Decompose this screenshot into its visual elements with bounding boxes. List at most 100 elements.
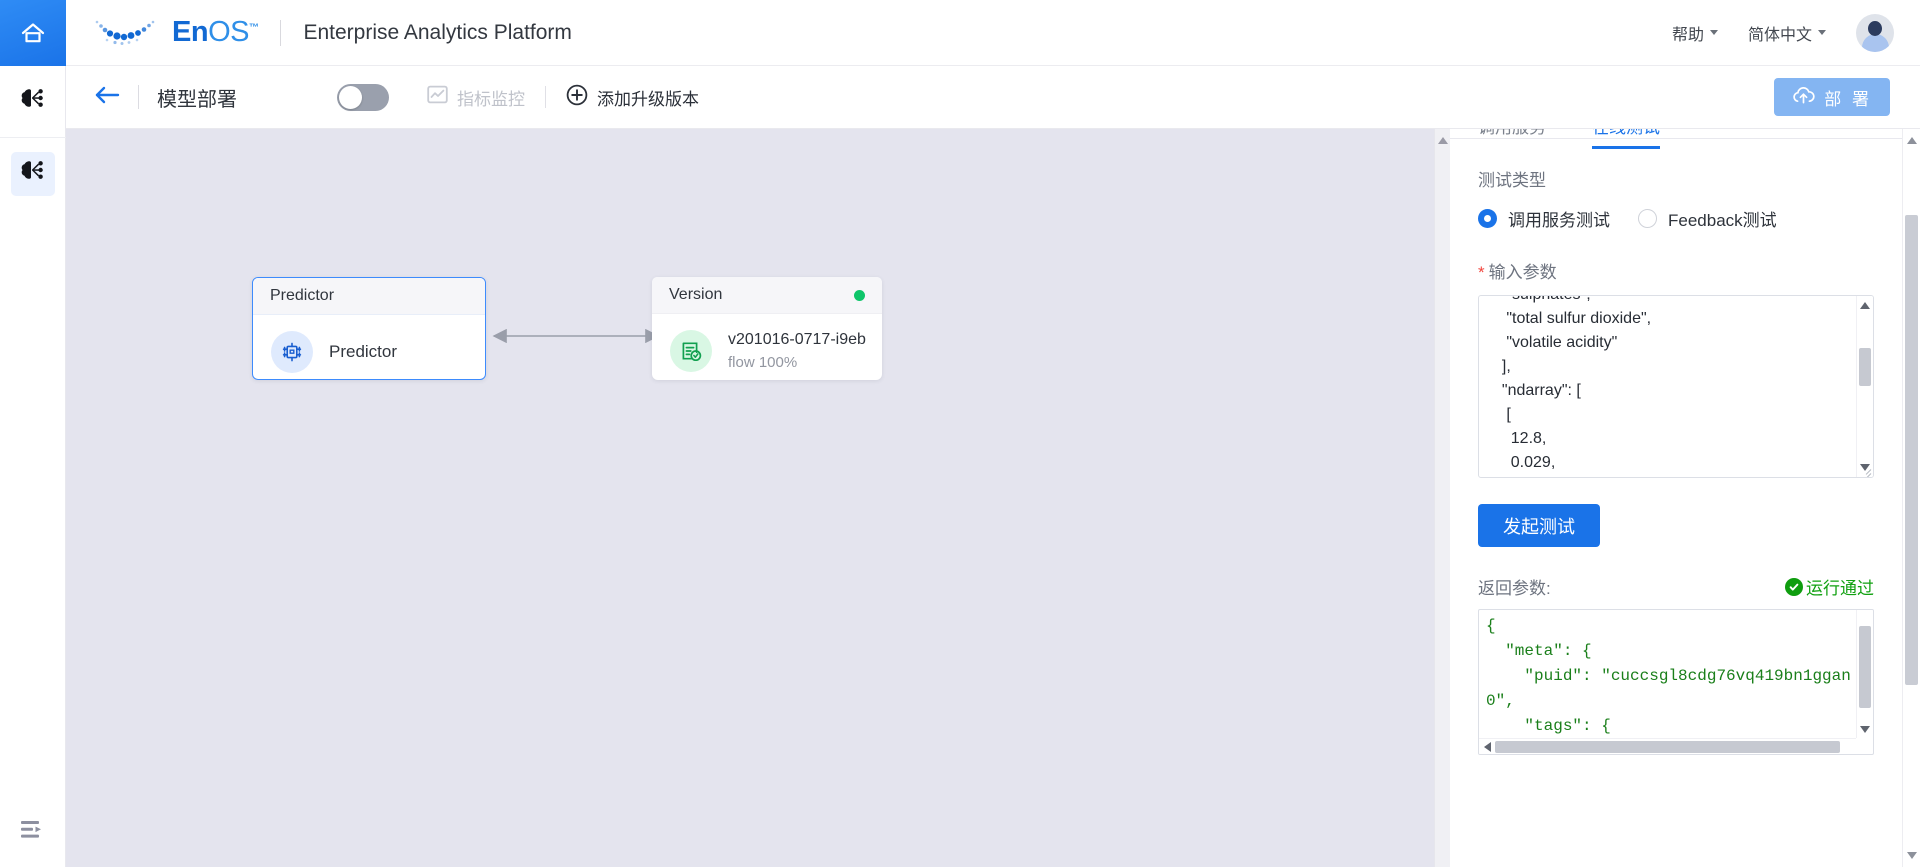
output-scrollbar-vertical[interactable] [1856,610,1873,738]
predictor-icon [271,331,313,373]
scroll-down-arrow-icon[interactable] [1907,852,1917,859]
return-params-label: 返回参数: [1478,579,1551,598]
panel-tabs: 调用服务 在线测试 [1450,129,1902,149]
toggle-knob [339,85,362,109]
radio-invoke-service-test[interactable]: 调用服务测试 [1478,206,1610,231]
node-header: Version [652,277,882,314]
start-test-button[interactable]: 发起测试 [1478,504,1600,547]
collapse-sidebar-button[interactable] [0,797,66,867]
node-body: Predictor [253,315,485,389]
enos-swoosh-icon [88,13,166,52]
start-test-label: 发起测试 [1503,516,1575,537]
right-detail-panel: 调用服务 在线测试 测试类型 调用服务测试 Feedback测试 *输入参数 "… [1450,129,1902,867]
radio-unselected-icon [1638,209,1657,228]
add-upgrade-version-button[interactable]: 添加升级版本 [566,84,699,111]
chevron-down-icon [1818,30,1826,35]
input-params-value: "sulphates", "total sulfur dioxide", "vo… [1501,296,1652,471]
enos-wordmark: EnOS™ [172,16,259,48]
metric-monitor-label: 指标监控 [457,89,525,109]
canvas-scrollbar-vertical[interactable] [1434,129,1450,867]
node-connector [492,328,660,344]
avatar[interactable] [1856,13,1894,52]
node-header-title: Predictor [270,287,335,304]
scroll-up-arrow-icon[interactable] [1438,137,1448,144]
pipeline-canvas[interactable]: Predictor Predictor Version v201016-0717… [66,129,1434,867]
model-deploy-icon [19,159,46,188]
home-button[interactable] [0,0,66,66]
radio-feedback-test[interactable]: Feedback测试 [1638,206,1777,231]
toolbar-divider-2 [545,86,546,108]
test-type-radio-group: 调用服务测试 Feedback测试 [1478,206,1874,231]
radio-invoke-service-test-label: 调用服务测试 [1508,211,1610,230]
input-params-editor[interactable]: "sulphates", "total sulfur dioxide", "vo… [1478,295,1874,478]
scroll-down-arrow-icon[interactable] [1860,726,1870,733]
plus-circle-icon [566,84,588,111]
app-subtitle: Enterprise Analytics Platform [303,20,572,44]
input-params-textarea[interactable]: "sulphates", "total sulfur dioxide", "vo… [1479,296,1856,477]
node-body: v201016-0717-i9eb flow 100% [652,314,882,388]
version-doc-check-icon [670,330,712,372]
toolbar-divider [138,85,139,109]
input-params-label: * 输入参数 [1478,258,1874,283]
canvas-node-version[interactable]: Version v201016-0717-i9eb flow 100% [652,277,882,380]
scroll-up-arrow-icon[interactable] [1907,137,1917,144]
deploy-label: 部 署 [1824,89,1872,109]
page-toolbar: 模型部署 指标监控 添加升级版本 部 署 [66,66,1920,129]
radio-feedback-test-label: Feedback测试 [1668,211,1777,230]
cloud-upload-icon [1792,85,1815,110]
brand-logo-area[interactable]: EnOS™ [88,13,259,52]
chevron-down-icon [1709,30,1718,35]
back-button[interactable] [94,86,120,109]
panel-scrollbar-vertical[interactable] [1902,129,1920,867]
help-menu[interactable]: 帮助 [1672,21,1718,45]
check-circle-icon [1785,577,1803,596]
required-asterisk: * [1478,263,1485,282]
tab-invoke-service[interactable]: 调用服务 [1478,129,1546,148]
node-header: Predictor [253,278,485,315]
deploy-button[interactable]: 部 署 [1774,78,1890,116]
metric-monitor-button[interactable]: 指标监控 [427,84,525,110]
scrollbar-thumb[interactable] [1859,348,1871,386]
status-badge [854,289,865,301]
add-upgrade-version-label: 添加升级版本 [597,89,699,109]
node-text-lines: v201016-0717-i9eb flow 100% [728,331,866,371]
scrollbar-thumb[interactable] [1495,741,1840,753]
collapse-sidebar-icon [21,820,44,844]
textarea-resize-handle[interactable] [1860,464,1872,477]
brand-en-text: En [172,16,209,48]
return-params-row: 返回参数: 运行通过 [1478,574,1874,599]
top-header-bar: EnOS™ Enterprise Analytics Platform 帮助 简… [0,0,1920,66]
input-params-scrollbar[interactable] [1856,296,1873,477]
brand-os-text: OS [208,16,249,48]
test-type-label: 测试类型 [1478,171,1546,190]
tab-online-test[interactable]: 在线测试 [1592,129,1660,149]
brand-tm-mark: ™ [248,22,259,34]
chart-monitor-icon [427,84,448,110]
radio-selected-icon [1478,209,1497,228]
tab-invoke-service-label: 调用服务 [1478,129,1546,137]
node-version-name: v201016-0717-i9eb [728,331,866,348]
sidebar-item-model-deploy[interactable] [0,138,66,209]
canvas-node-predictor[interactable]: Predictor Predictor [252,277,486,380]
language-menu[interactable]: 简体中文 [1748,21,1826,45]
return-params-output[interactable]: { "meta": { "puid": "cuccsgl8cdg76vq419b… [1478,609,1874,755]
avatar-head [1868,20,1882,36]
node-flow-percent: flow 100% [728,354,798,371]
output-scrollbar-horizontal[interactable] [1479,738,1856,754]
panel-body: 测试类型 调用服务测试 Feedback测试 *输入参数 "sulphates"… [1450,166,1902,755]
top-header-actions: 帮助 简体中文 [1672,13,1920,52]
scroll-left-arrow-icon[interactable] [1484,742,1491,752]
scrollbar-thumb[interactable] [1859,626,1871,708]
left-rail [0,66,66,867]
home-icon [20,21,46,45]
brand-divider [280,19,282,46]
scroll-up-arrow-icon[interactable] [1860,302,1870,309]
node-header-title: Version [669,286,723,303]
monitor-toggle[interactable] [337,83,389,111]
input-params-label-text: 输入参数 [1488,263,1557,282]
scrollbar-thumb[interactable] [1905,215,1918,685]
page-title: 模型部署 [157,88,237,111]
help-menu-label: 帮助 [1671,26,1704,44]
sidebar-item-models[interactable] [0,66,66,137]
avatar-body [1861,33,1889,52]
